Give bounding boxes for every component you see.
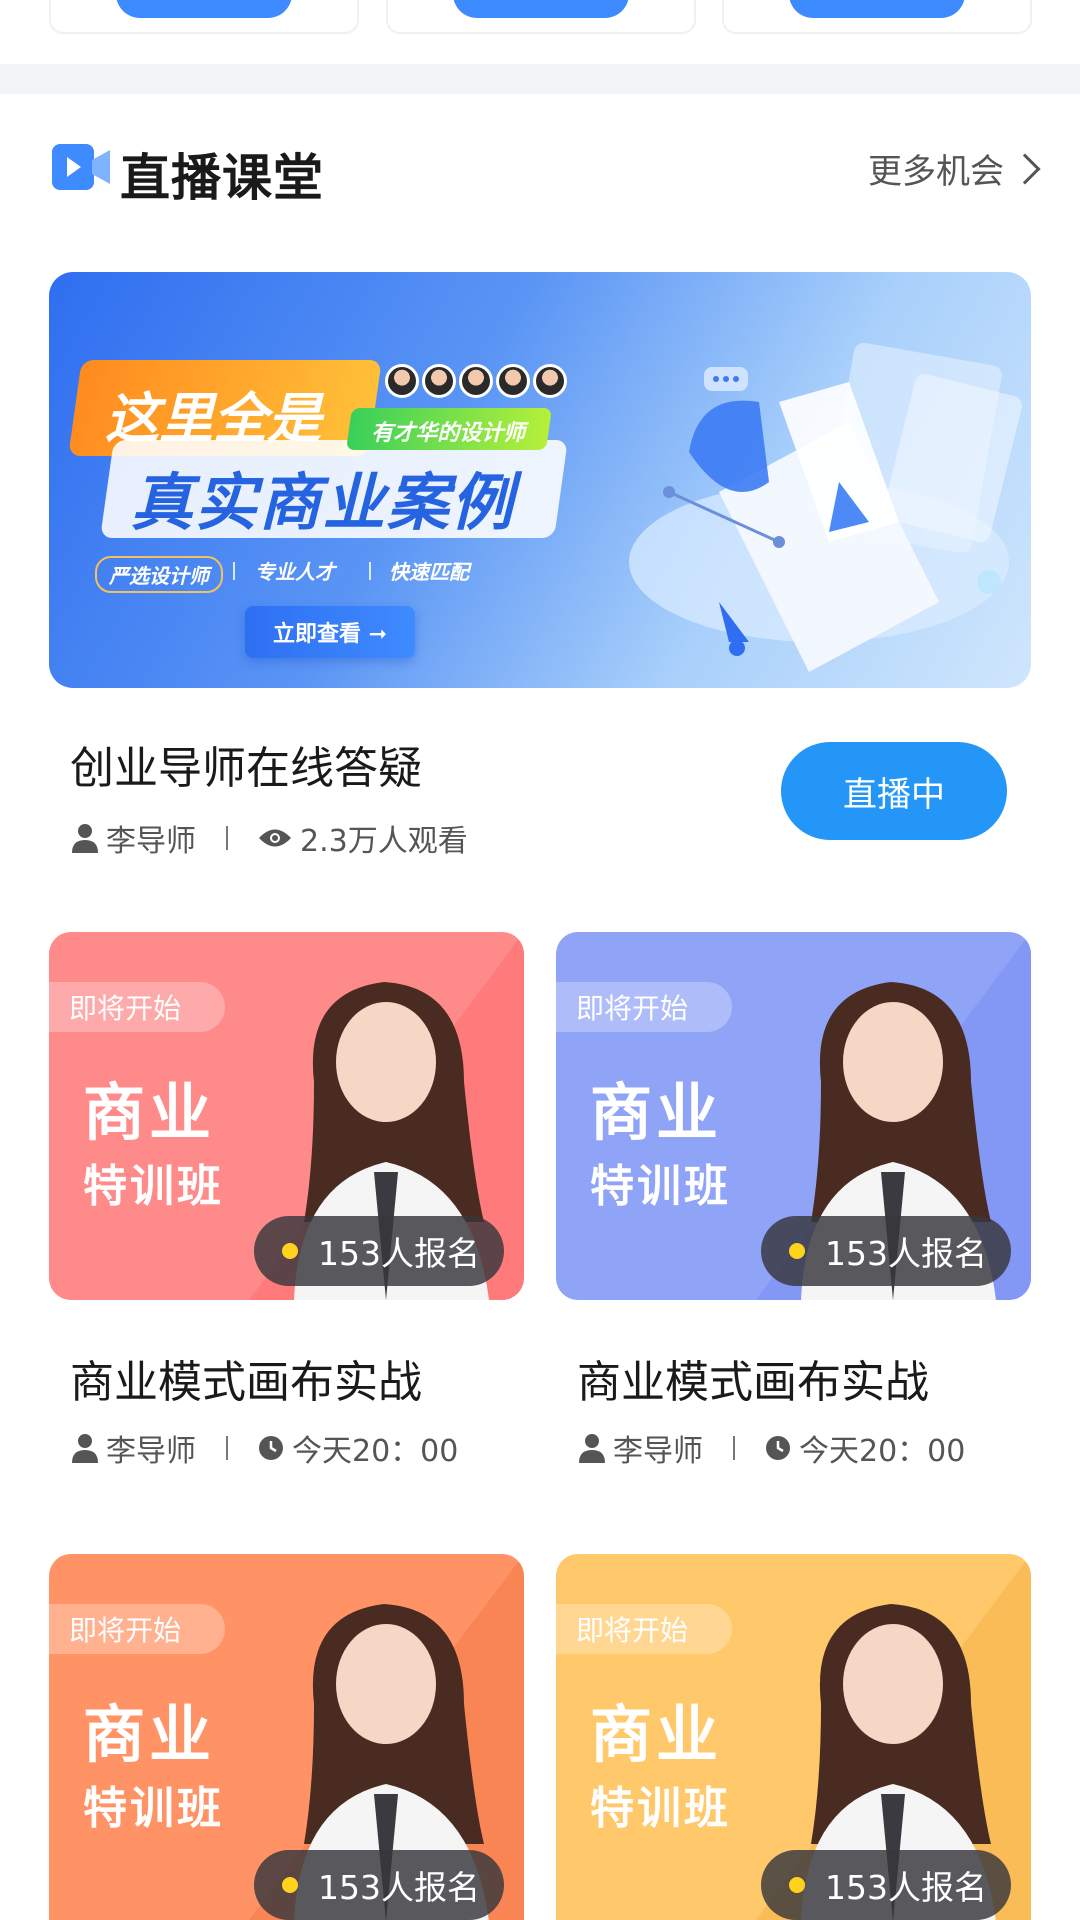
feature-divider [369,562,371,580]
banner-headline-box: 真实商业案例 [100,440,568,539]
avatar [385,364,419,398]
top-card-button-2[interactable] [453,0,629,18]
card-headline-1: 商业 [83,1698,216,1771]
promo-banner[interactable]: 这里全是 真实商业案例 有才华的设计师 严选设计师 专业人才 快速匹配 立即查看… [49,272,1031,688]
banner-subtag: 有才华的设计师 [346,408,552,450]
top-card-1 [49,0,359,34]
card-headline-1: 商业 [590,1698,723,1771]
starting-soon-badge: 即将开始 [556,982,732,1032]
dot-icon [282,1243,298,1259]
view-count: 2.3万人观看 [300,824,468,859]
meta-divider [226,826,228,850]
banner-view-now-button[interactable]: 立即查看 ➞ [245,606,415,658]
designer-avatars [385,364,570,398]
chevron-right-icon [1009,152,1041,185]
top-card-button-1[interactable] [116,0,292,18]
course-time: 今天20：00 [799,1434,966,1469]
dot-icon [282,1877,298,1893]
live-status-button[interactable]: 直播中 [781,742,1007,840]
dot-icon [789,1877,805,1893]
banner-feature-2: 专业人才 [255,560,335,584]
more-link-label: 更多机会 [868,152,1004,192]
avatar [496,364,530,398]
teacher-name: 李导师 [106,824,196,859]
avatar [533,364,567,398]
teacher-name: 李导师 [613,1434,703,1469]
top-card-button-3[interactable] [789,0,965,18]
video-camera-icon [52,144,110,190]
course-title-2[interactable]: 商业模式画布实战 [577,1346,929,1410]
banner-feature-1: 严选设计师 [95,556,223,593]
live-section-header: 直播课堂 更多机会 [0,94,1080,254]
banner-headline-2: 真实商业案例 [130,466,515,539]
avatar [422,364,456,398]
more-opportunities-link[interactable]: 更多机会 [868,144,1041,193]
avatar [459,364,493,398]
signup-count-badge: 153人报名 [761,1850,1011,1920]
dot-icon [789,1243,805,1259]
card-headline-1: 商业 [590,1076,723,1149]
course-time: 今天20：00 [292,1434,459,1469]
live-meta: 李导师 2.3万人观看 [72,816,468,860]
starting-soon-badge: 即将开始 [49,1604,225,1654]
teacher-name: 李导师 [106,1434,196,1469]
starting-soon-badge: 即将开始 [49,982,225,1032]
banner-subtag-label: 有才华的设计师 [371,421,526,446]
course-card-1[interactable]: 即将开始 商业 特训班 153人报名 [49,932,524,1300]
signup-count: 153人报名 [318,1868,480,1907]
top-partial-strip [0,0,1080,64]
section-title: 直播课堂 [120,149,324,207]
course-meta-1: 李导师 今天20：00 [72,1426,458,1470]
banner-feature-3: 快速匹配 [389,560,469,584]
live-title[interactable]: 创业导师在线答疑 [70,732,422,796]
top-card-2 [386,0,696,34]
feature-divider [233,562,235,580]
signup-count: 153人报名 [825,1234,987,1273]
course-title-1[interactable]: 商业模式画布实战 [70,1346,422,1410]
card-headline-1: 商业 [83,1076,216,1149]
course-meta-2: 李导师 今天20：00 [579,1426,965,1470]
person-icon [579,1434,605,1463]
meta-divider [733,1436,735,1460]
card-headline-2: 特训班 [83,1783,224,1834]
course-card-3[interactable]: 即将开始 商业 特训班 153人报名 [49,1554,524,1920]
clock-icon [766,1436,790,1460]
person-icon [72,824,98,853]
person-icon [72,1434,98,1463]
course-card-2[interactable]: 即将开始 商业 特训班 153人报名 [556,932,1031,1300]
starting-soon-badge: 即将开始 [556,1604,732,1654]
card-headline-2: 特训班 [83,1161,224,1212]
top-card-3 [722,0,1032,34]
meta-divider [226,1436,228,1460]
section-separator [0,64,1080,94]
card-headline-2: 特训班 [590,1161,731,1212]
course-card-4[interactable]: 即将开始 商业 特训班 153人报名 [556,1554,1031,1920]
clock-icon [259,1436,283,1460]
document-illustration-icon [629,342,1023,672]
signup-count-badge: 153人报名 [761,1216,1011,1286]
eye-icon [259,829,291,847]
card-headline-2: 特训班 [590,1783,731,1834]
signup-count-badge: 153人报名 [254,1216,504,1286]
signup-count: 153人报名 [825,1868,987,1907]
signup-count: 153人报名 [318,1234,480,1273]
signup-count-badge: 153人报名 [254,1850,504,1920]
